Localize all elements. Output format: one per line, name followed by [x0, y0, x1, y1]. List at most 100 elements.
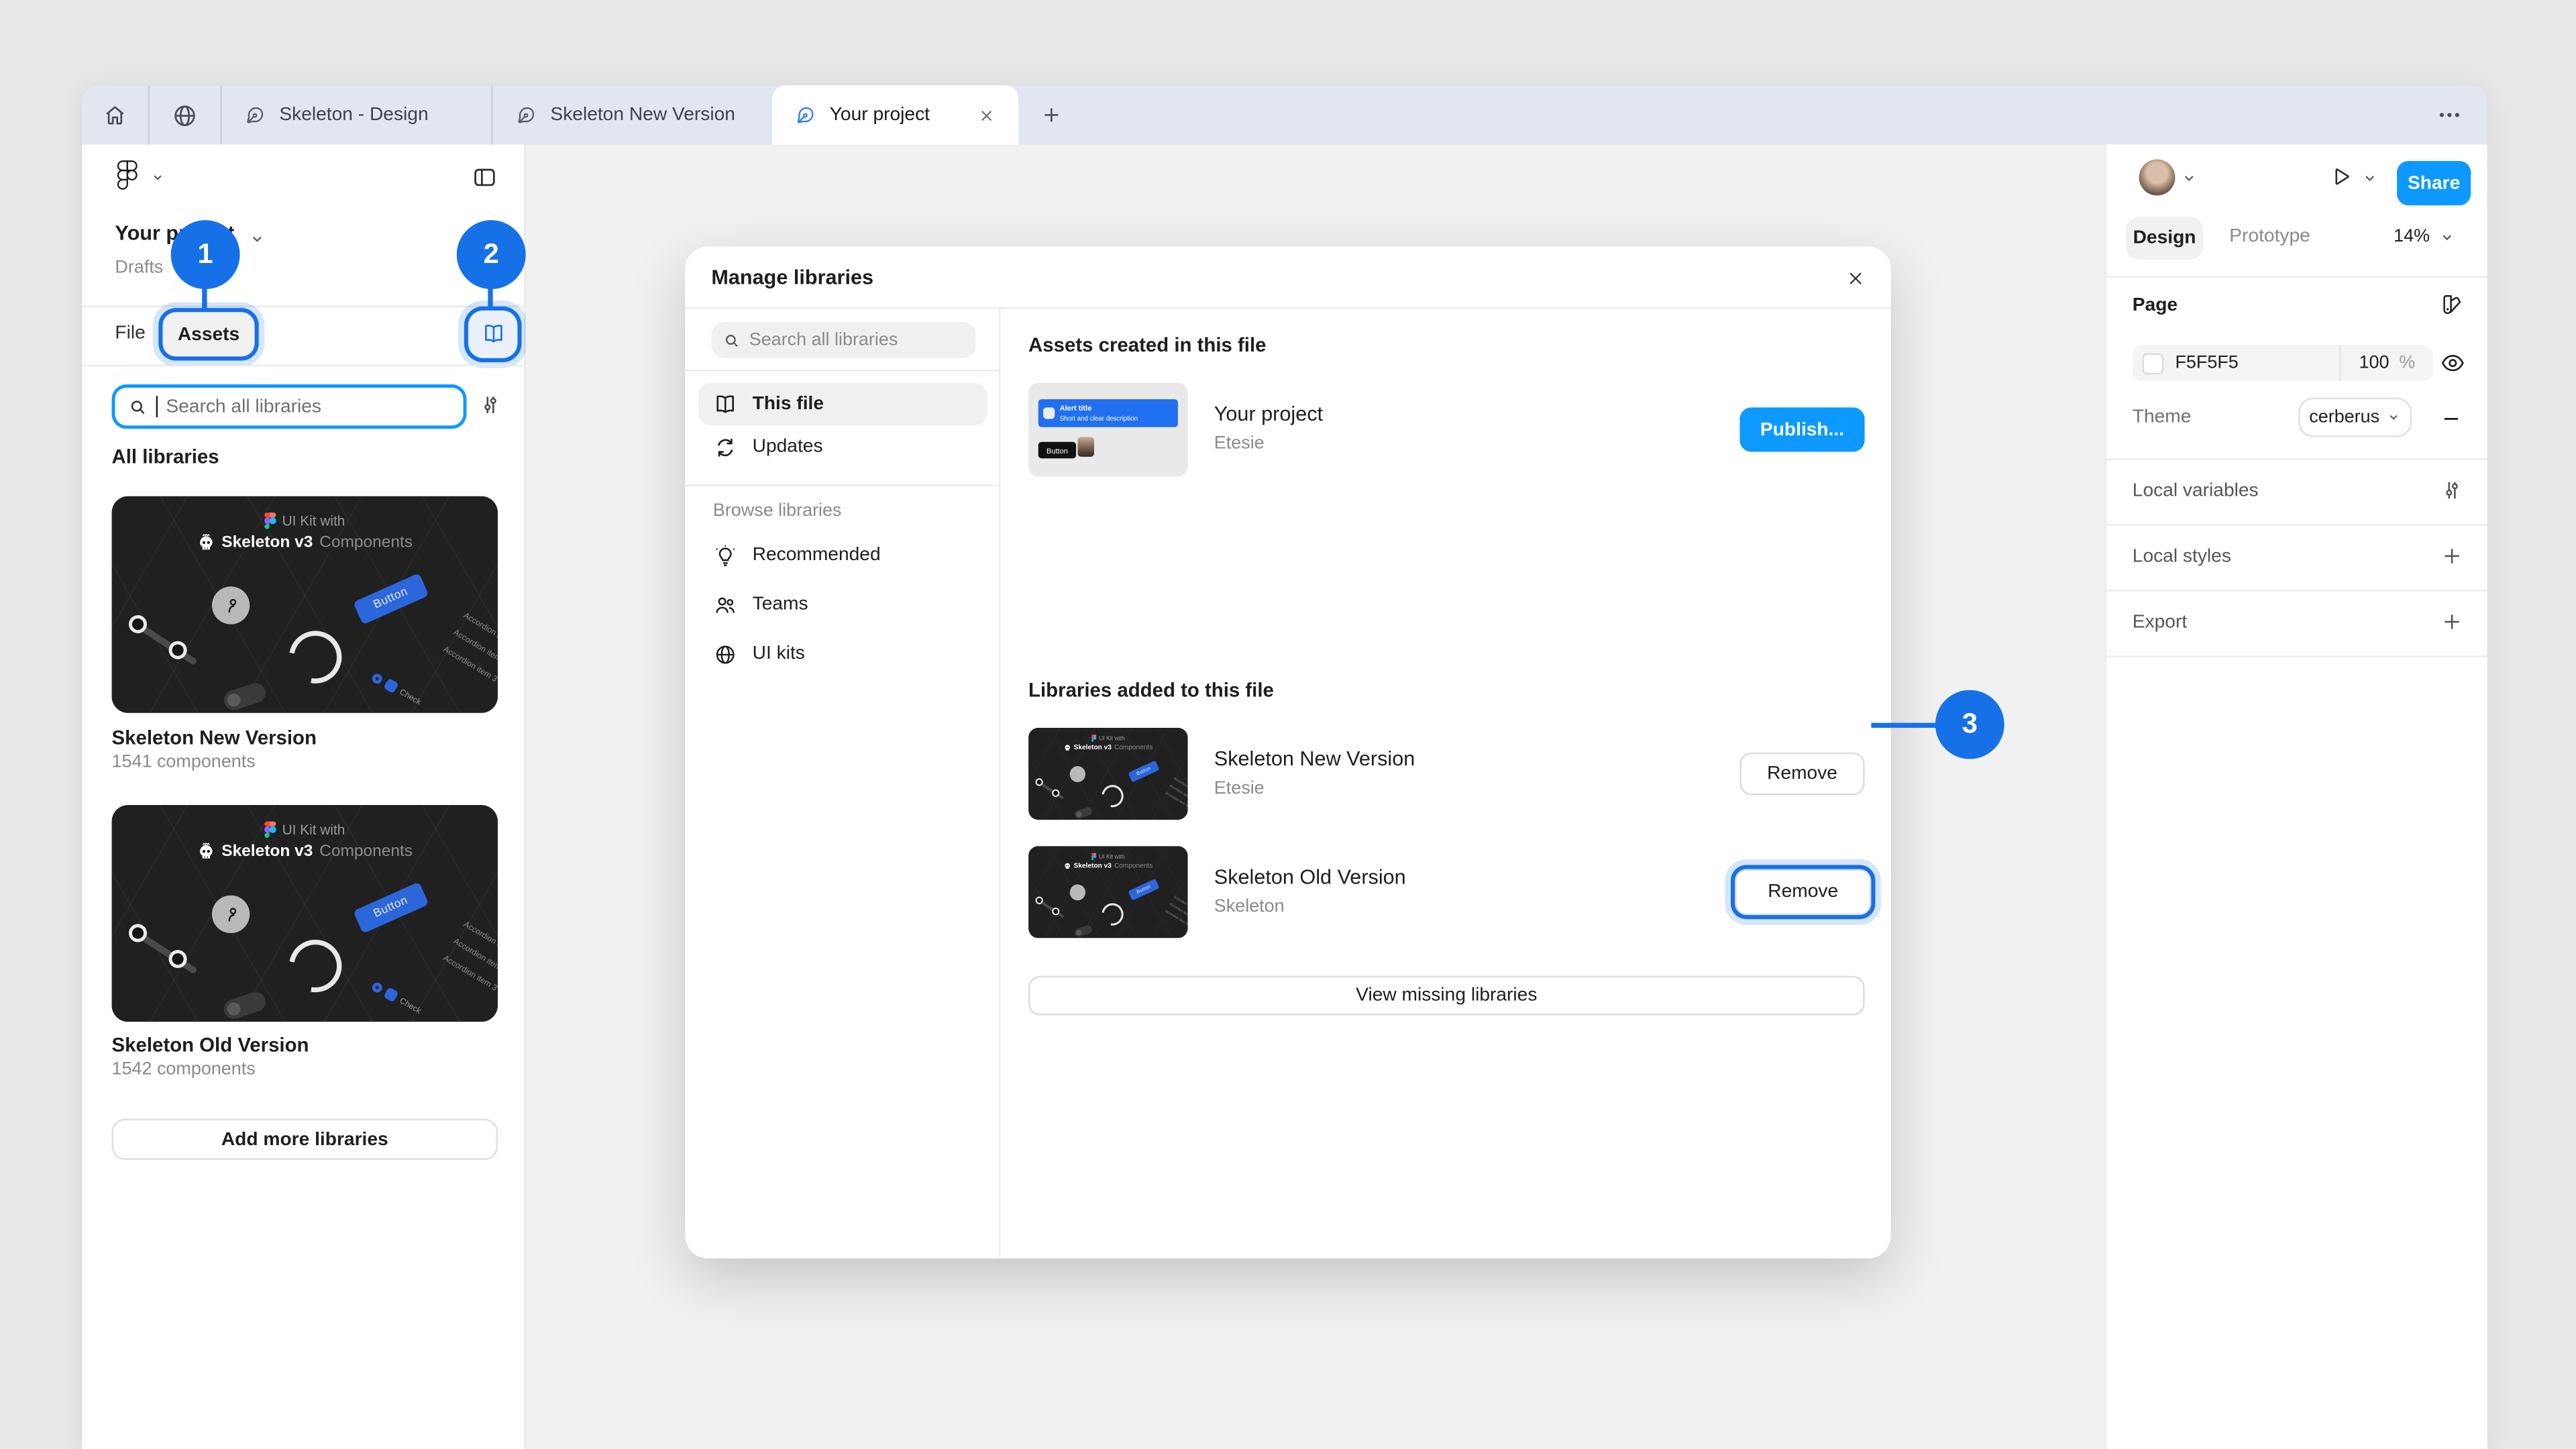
- tab-label: Skeleton New Version: [550, 105, 735, 125]
- avatar-chevron[interactable]: [2182, 171, 2196, 186]
- thumb-spinner: [279, 621, 352, 694]
- nav-ui-kits[interactable]: UI kits: [698, 633, 987, 676]
- project-location-label[interactable]: Drafts: [115, 258, 163, 277]
- library-row-thumbnail: UI Kit with Skeleton v3Components Button…: [1028, 728, 1188, 820]
- thumb-line1: UI Kit with: [282, 513, 345, 529]
- theme-value: cerberus: [2309, 407, 2379, 427]
- tab-your-project[interactable]: Your project: [772, 85, 1018, 144]
- present-options-chevron[interactable]: [2363, 171, 2377, 186]
- remove-library-button-highlighted[interactable]: Remove: [1735, 869, 1871, 916]
- chevron-down-icon: [2182, 171, 2196, 186]
- tab-assets[interactable]: Assets: [162, 312, 254, 356]
- thumb-header: UI Kit with Skeleton v3 Components: [112, 513, 498, 552]
- callout-2-badge: 2: [457, 220, 526, 289]
- toggle-sidebar-button[interactable]: [472, 164, 498, 191]
- library-row-thumbnail: UI Kit with Skeleton v3Components Button…: [1028, 846, 1188, 938]
- publish-button[interactable]: Publish...: [1739, 407, 1864, 451]
- tab-skeleton-new-version[interactable]: Skeleton New Version: [493, 85, 772, 144]
- local-styles-label: Local styles: [2133, 547, 2231, 567]
- library-row-name: Skeleton Old Version: [1214, 866, 1406, 889]
- file-name-chevron[interactable]: [250, 231, 264, 246]
- sliders-icon: [2440, 478, 2465, 503]
- library-card-thumbnail[interactable]: UI Kit with Skeleton v3 Components Butto…: [112, 805, 498, 1022]
- thumb-checkbox: Check: [371, 979, 424, 1016]
- design-file-icon: [795, 105, 816, 126]
- chevron-down-icon: [250, 231, 264, 246]
- chevron-down-icon: [151, 170, 164, 183]
- design-file-icon: [245, 105, 266, 126]
- fill-hex-value[interactable]: F5F5F5: [2175, 354, 2339, 373]
- user-avatar[interactable]: [2139, 160, 2176, 196]
- nav-teams[interactable]: Teams: [698, 583, 987, 626]
- library-card-thumbnail[interactable]: UI Kit with Skeleton v3 Components Butto…: [112, 496, 498, 713]
- fill-visibility-button[interactable]: [2440, 350, 2466, 376]
- figma-logo-icon: [115, 158, 140, 195]
- page-fill-row[interactable]: F5F5F5 100%: [2133, 345, 2433, 381]
- local-variables-button[interactable]: [2440, 478, 2465, 503]
- figma-app: Skeleton - Design Skeleton New Version Y…: [0, 0, 2576, 1449]
- modal-header: Manage libraries: [685, 246, 1891, 309]
- divider: [2106, 655, 2487, 657]
- remove-library-button[interactable]: Remove: [1739, 753, 1864, 796]
- add-style-button[interactable]: [2440, 544, 2465, 569]
- close-icon: [977, 106, 996, 124]
- tab-label: Your project: [830, 105, 930, 125]
- home-button[interactable]: [82, 85, 148, 144]
- zoom-level[interactable]: 14%: [2394, 227, 2430, 246]
- modal-nav-panel: This file Updates Browse libraries Recom…: [685, 309, 1000, 1256]
- page-styles-button[interactable]: [2440, 292, 2465, 317]
- add-export-button[interactable]: [2440, 610, 2465, 635]
- close-icon: [1844, 267, 1866, 288]
- canvas-area[interactable]: Manage libraries: [526, 145, 2104, 1449]
- tab-file[interactable]: File: [115, 323, 145, 343]
- tab-design[interactable]: Design: [2126, 217, 2203, 260]
- alert-icon: [1043, 407, 1055, 419]
- close-tab-button[interactable]: [977, 106, 996, 124]
- modal-search-field[interactable]: [711, 322, 975, 358]
- nav-updates[interactable]: Updates: [698, 425, 987, 468]
- libraries-button[interactable]: [468, 311, 517, 358]
- globe-icon: [171, 101, 199, 129]
- nav-this-file[interactable]: This file: [698, 383, 987, 426]
- callout-1-connector: [202, 288, 207, 311]
- divider: [82, 365, 524, 366]
- remove-theme-button[interactable]: [2440, 407, 2463, 430]
- share-button[interactable]: Share: [2397, 161, 2471, 205]
- modal-close-button[interactable]: [1838, 261, 1871, 294]
- new-tab-button[interactable]: [1018, 85, 1084, 144]
- view-missing-libraries-button[interactable]: View missing libraries: [1028, 976, 1865, 1016]
- callout-3-badge: 3: [1935, 690, 2004, 759]
- search-input[interactable]: [166, 396, 450, 416]
- library-card-title[interactable]: Skeleton New Version: [112, 726, 317, 749]
- skeleton-thumbnail: UI Kit with Skeleton v3 Components Butto…: [112, 805, 498, 1022]
- plus-icon: [2440, 610, 2465, 635]
- filter-sort-button[interactable]: [478, 392, 503, 417]
- library-row-name: Skeleton New Version: [1214, 747, 1415, 770]
- modal-search-input[interactable]: [749, 330, 965, 350]
- present-button[interactable]: [2328, 164, 2353, 189]
- thumb-button-chip: Button: [353, 574, 429, 625]
- add-more-libraries-button[interactable]: Add more libraries: [112, 1119, 498, 1160]
- tab-skeleton-design[interactable]: Skeleton - Design: [222, 85, 492, 144]
- lightbulb-icon: [713, 543, 738, 568]
- divider: [82, 306, 524, 307]
- window-menu-button[interactable]: [2412, 85, 2487, 144]
- color-swatch[interactable]: [2142, 352, 2163, 374]
- thumb-toggle: [221, 681, 268, 713]
- theme-dropdown[interactable]: cerberus: [2298, 398, 2412, 437]
- community-button[interactable]: [150, 85, 220, 144]
- thumb-slider: [131, 928, 199, 975]
- zoom-chevron[interactable]: [2440, 230, 2455, 245]
- divider: [2106, 458, 2487, 460]
- minus-icon: [2440, 407, 2463, 430]
- search-libraries-field[interactable]: [112, 384, 467, 429]
- fill-opacity[interactable]: 100%: [2339, 345, 2433, 381]
- nav-recommended[interactable]: Recommended: [698, 534, 987, 577]
- thumb-line2-rest: Components: [319, 843, 413, 861]
- tab-prototype[interactable]: Prototype: [2229, 227, 2310, 246]
- opacity-value[interactable]: 100: [2359, 354, 2390, 373]
- libraries-added-heading: Libraries added to this file: [1028, 678, 1274, 701]
- library-card-title[interactable]: Skeleton Old Version: [112, 1033, 309, 1056]
- thumb-slider: [131, 619, 199, 666]
- main-menu-button[interactable]: [115, 158, 164, 195]
